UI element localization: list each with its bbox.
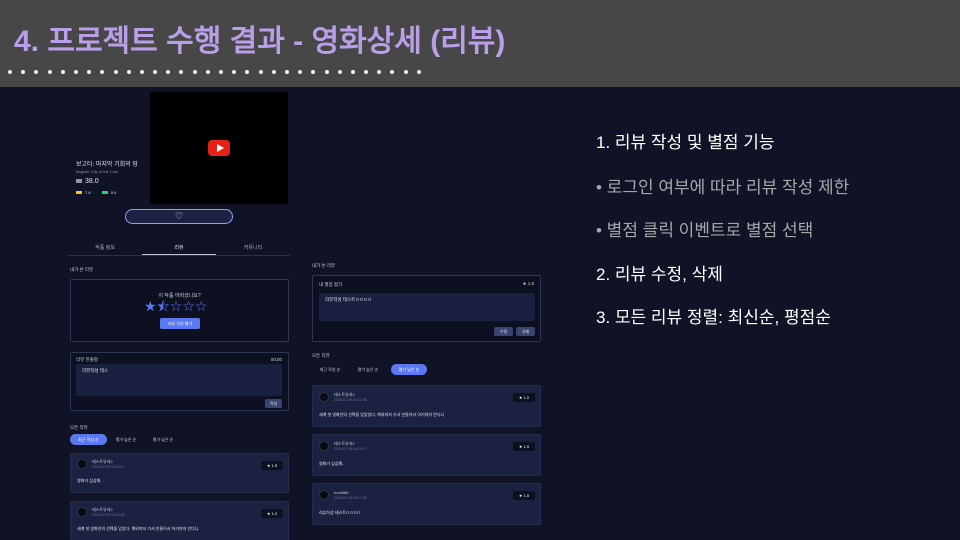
review-textarea[interactable]: 리뷰작성 테스: [76, 364, 282, 396]
tab-community[interactable]: 커뮤니티: [216, 239, 290, 255]
feature-item-1: 1. 리뷰 작성 및 별점 기능: [596, 133, 775, 152]
review-text: 세계 첫 영화인의 선택을 믿었었다. 해외까지 가서 만들어서 아기까지 안다…: [319, 412, 445, 417]
review-text: 세계 첫 영화인의 선택을 믿었다. 해외까지 가서 만들어서 아기까지 안다니: [77, 526, 199, 531]
my-score-label: 내 별점 평가: [319, 282, 343, 287]
review-card: 테스트유저2 2024-07-09 04:21:17 ★ 1.5 영화가 심심해…: [70, 453, 289, 493]
avatar: [319, 392, 329, 402]
feature-item-3: 3. 모든 리뷰 정렬: 최신순, 평점순: [596, 308, 831, 327]
avatar: [319, 490, 329, 500]
right-all-reviews-label: 모든 리뷰: [312, 353, 330, 358]
heart-icon: ♡: [174, 211, 184, 221]
review-date: 2024-07-09 04:21:46: [92, 513, 125, 517]
detail-tabs: 작품 정보 리뷰 커뮤니티: [68, 239, 290, 256]
feature-subitem-login: • 로그인 여부에 따라 리뷰 작성 제한: [596, 178, 850, 197]
review-content-label: 리뷰 한줄평: [76, 357, 98, 362]
review-card: 테스트유저2 2024-07-09 04:21:17 ★ 1.5 영화가 심심해…: [312, 434, 541, 476]
movie-subtitle: Bogota: City of the Lost: [76, 169, 118, 174]
review-date: 2024-07-09 04:17:30: [334, 496, 367, 500]
rating-icon: [76, 179, 82, 183]
review-user: hont066: [334, 490, 349, 495]
delete-review-button[interactable]: 삭제: [516, 327, 535, 336]
review-card: hont066 2024-07-09 04:17:30 ★ 1.5 리뷰작성 테…: [312, 483, 541, 525]
avatar: [77, 459, 87, 469]
review-date: 2024-07-09 04:21:17: [334, 447, 367, 451]
feature-item-2: 2. 리뷰 수정, 삭제: [596, 265, 723, 284]
slide-title: 4. 프로젝트 수행 결과 - 영화상세 (리뷰): [14, 25, 506, 58]
slide: 4. 프로젝트 수행 결과 - 영화상세 (리뷰) 보고타: 마지막 기회의 땅…: [0, 0, 960, 540]
feature-subitem-star-click: • 별점 클릭 이벤트로 별점 선택: [596, 221, 814, 240]
sort-chip-high[interactable]: 평가 높은 순: [350, 364, 386, 375]
review-score: ★ 1.0: [261, 509, 283, 518]
review-text: 영화가 심심해...: [319, 461, 346, 466]
overall-rating: 38.0: [76, 178, 99, 185]
edit-review-button[interactable]: 수정: [494, 327, 513, 336]
char-count: 0/100: [270, 357, 282, 362]
review-score: ★ 1.5: [513, 442, 535, 451]
avatar: [77, 507, 87, 517]
sort-chip-high[interactable]: 평가 높은 순: [108, 434, 144, 445]
my-review-text: 리뷰작성 테스트ㅁㅁㅁㅁ: [319, 293, 535, 321]
avatar: [319, 441, 329, 451]
sort-chip-low[interactable]: 평가 낮은 순: [391, 364, 427, 375]
review-card: 테스트유저2 2024-07-09 04:21:46 ★ 1.0 세계 첫 영화…: [70, 501, 289, 540]
like-button[interactable]: ♡: [125, 209, 233, 224]
all-reviews-label: 모든 리뷰: [70, 425, 88, 430]
review-editor-box: 리뷰 한줄평 0/100 리뷰작성 테스 작성: [70, 352, 289, 411]
tab-info[interactable]: 작품 정보: [68, 239, 142, 255]
review-date: 2024-07-09 04:21:17: [92, 465, 125, 469]
review-score: ★ 1.0: [513, 393, 535, 402]
dotted-divider: [8, 70, 430, 78]
review-score: ★ 1.5: [513, 491, 535, 500]
review-date: 2024-07-09 04:21:46: [334, 398, 367, 402]
slide-header: 4. 프로젝트 수행 결과 - 영화상세 (리뷰): [0, 0, 960, 87]
movie-title: 보고타: 마지막 기회의 땅: [76, 162, 138, 168]
review-text: 리뷰작성 테스트ㅁㅁㅁㅁ: [319, 510, 361, 515]
video-player[interactable]: [150, 92, 288, 204]
youtube-play-icon[interactable]: [208, 140, 230, 156]
sort-chip-low[interactable]: 평가 낮은 순: [145, 434, 181, 445]
sort-chip-recent[interactable]: 최근 작성 순: [312, 364, 348, 375]
review-card: 테스트유저2 2024-07-09 04:21:46 ★ 1.0 세계 첫 영화…: [312, 385, 541, 427]
mini-ratings: 7.8 0.0: [76, 190, 116, 195]
my-score: ★ 1.5: [522, 281, 534, 286]
tab-review[interactable]: 리뷰: [142, 239, 216, 255]
tmdb-badge-icon: [101, 191, 108, 194]
right-my-review-label: 내가 쓴 리뷰: [312, 263, 336, 268]
submit-review-button[interactable]: 작성: [265, 399, 282, 408]
review-text: 영화가 심심해...: [77, 478, 104, 483]
rate-box: 이 작품 어떠셨나요? ★⯪☆☆☆ 리뷰 작성 평가: [70, 279, 289, 342]
star-rating-input[interactable]: ★⯪☆☆☆: [144, 296, 207, 320]
app-screenshot: 보고타: 마지막 기회의 땅 Bogota: City of the Lost …: [62, 90, 548, 540]
sort-chip-recent[interactable]: 최근 작성 순: [70, 434, 107, 445]
review-score: ★ 1.5: [261, 461, 283, 470]
write-review-button[interactable]: 리뷰 작성 평가: [160, 318, 200, 329]
my-review-box: 내 별점 평가 ★ 1.5 리뷰작성 테스트ㅁㅁㅁㅁ 수정 삭제: [312, 275, 541, 342]
imdb-badge-icon: [76, 191, 82, 194]
my-review-label: 내가 쓴 리뷰: [70, 267, 94, 272]
